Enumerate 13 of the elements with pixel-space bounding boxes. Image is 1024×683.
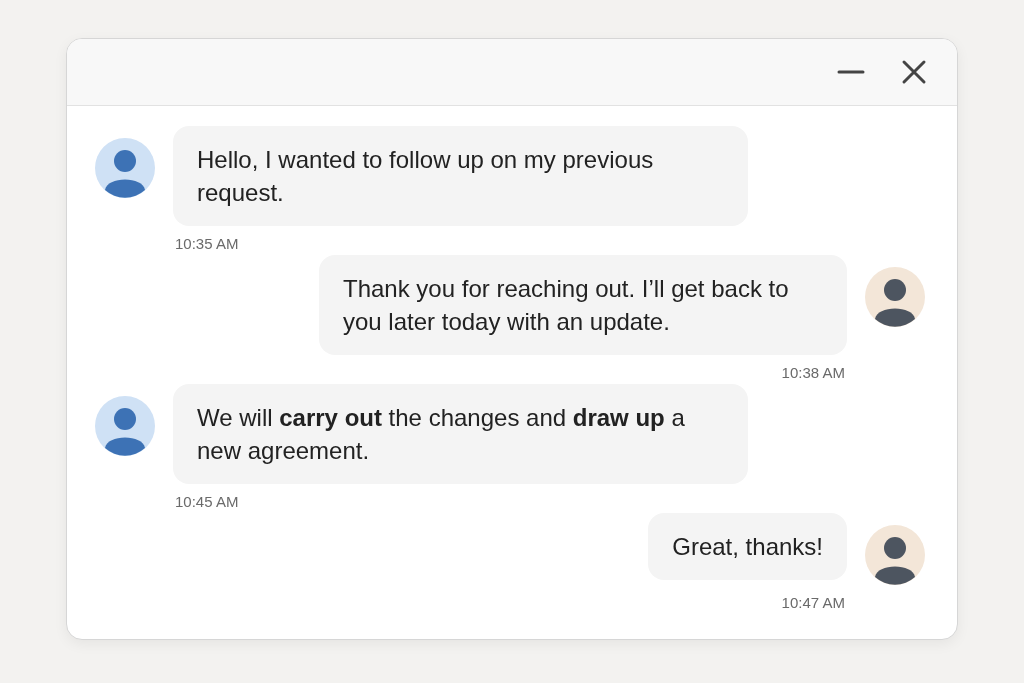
avatar-icon (95, 138, 155, 198)
close-icon[interactable] (901, 59, 927, 85)
avatar-icon (865, 267, 925, 327)
message-bubble: We will carry out the changes and draw up a new agreement. (173, 384, 748, 484)
avatar-icon (95, 396, 155, 456)
message-time: 10:35 AM (175, 236, 239, 252)
message-time: 10:38 AM (781, 365, 845, 381)
message-time: 10:45 AM (175, 494, 239, 510)
message-bubble: Great, thanks! (648, 513, 847, 580)
message-bubble: Hello, I wanted to follow up on my previous request. (173, 126, 748, 226)
message-bubble: Thank you for reaching out. I’ll get back to you later today with an update. (319, 255, 847, 355)
message-time: 10:47 AM (781, 595, 845, 611)
avatar-icon (865, 525, 925, 585)
